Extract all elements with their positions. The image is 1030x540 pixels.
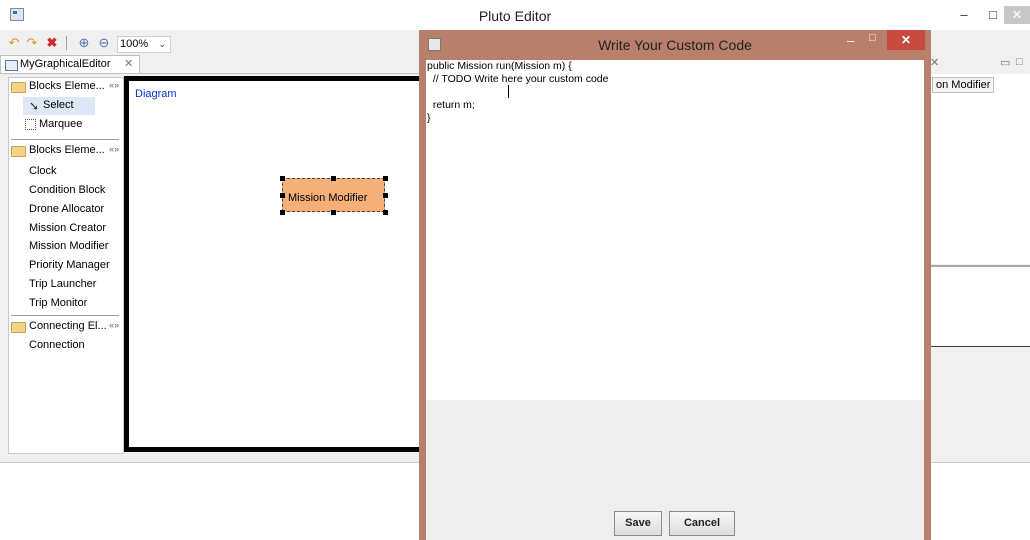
collapse-icon[interactable]: «» <box>109 80 119 90</box>
diagram-canvas[interactable]: Diagram Mission Modifier <box>124 76 420 452</box>
custom-code-dialog: Write Your Custom Code – □ ✕ public Miss… <box>419 30 931 540</box>
properties-panel: on Modifier <box>930 74 1030 264</box>
palette-drawer-blocks[interactable]: Blocks Eleme... «» <box>9 142 123 160</box>
undo-icon[interactable]: ↶ <box>6 35 22 51</box>
maximize-button[interactable]: □ <box>982 6 1004 24</box>
drawer-label: Blocks Eleme... <box>29 144 105 156</box>
palette-drawer-connecting[interactable]: Connecting El... «» <box>9 318 123 336</box>
marquee-icon <box>25 119 36 130</box>
marquee-tool[interactable]: Marquee <box>39 118 82 130</box>
palette: Blocks Eleme... «» ➘ Select Marquee Bloc… <box>8 77 124 454</box>
button-bar: Save Cancel <box>426 400 924 540</box>
palette-item-priority-manager[interactable]: Priority Manager <box>29 259 110 271</box>
title-bar: Pluto Editor – □ ✕ <box>0 0 1030 30</box>
redo-icon[interactable]: ↷ <box>24 35 40 51</box>
close-button[interactable]: ✕ <box>1004 6 1030 24</box>
minimize-view-icon[interactable]: ▭ <box>1000 56 1010 69</box>
cursor-icon: ➘ <box>29 99 40 113</box>
palette-separator <box>11 139 119 140</box>
palette-separator <box>11 315 119 316</box>
resize-handle[interactable] <box>331 176 336 181</box>
properties-view: ✕ ▭ □ on Modifier <box>930 55 1030 450</box>
close-icon[interactable]: ✕ <box>930 56 939 69</box>
minimize-button[interactable]: – <box>953 6 975 24</box>
cancel-button[interactable]: Cancel <box>669 511 735 536</box>
resize-handle[interactable] <box>280 210 285 215</box>
folder-icon <box>11 322 26 333</box>
palette-item-trip-monitor[interactable]: Trip Monitor <box>29 297 87 309</box>
divider <box>0 73 420 74</box>
maximize-view-icon[interactable]: □ <box>1016 56 1023 68</box>
code-text[interactable]: public Mission run(Mission m) { // TODO … <box>427 60 608 125</box>
mission-modifier-block[interactable]: Mission Modifier <box>282 178 385 212</box>
editor-icon <box>5 60 18 71</box>
palette-item-connection[interactable]: Connection <box>29 339 85 351</box>
zoom-value: 100% <box>120 38 149 50</box>
toolbar-separator <box>66 36 67 50</box>
tab-my-graphical-editor[interactable]: MyGraphicalEditor ✕ <box>0 55 140 74</box>
palette-item-mission-modifier[interactable]: Mission Modifier <box>29 240 108 252</box>
diagram-title: Diagram <box>135 88 177 100</box>
resize-handle[interactable] <box>280 176 285 181</box>
dialog-title-bar: Write Your Custom Code – □ ✕ <box>419 30 931 57</box>
resize-handle[interactable] <box>383 210 388 215</box>
folder-icon <box>11 146 26 157</box>
resize-handle[interactable] <box>280 193 285 198</box>
delete-icon[interactable]: ✖ <box>44 35 60 51</box>
drawer-label: Blocks Eleme... <box>29 80 105 92</box>
zoom-out-icon[interactable]: ⊖ <box>96 35 112 51</box>
tab-label: MyGraphicalEditor <box>20 58 111 70</box>
palette-item-trip-launcher[interactable]: Trip Launcher <box>29 278 96 290</box>
chevron-down-icon: ⌄ <box>158 39 166 49</box>
folder-icon <box>11 82 26 93</box>
resize-handle[interactable] <box>383 176 388 181</box>
save-button[interactable]: Save <box>614 511 662 536</box>
collapse-icon[interactable]: «» <box>109 320 119 330</box>
property-tab[interactable]: on Modifier <box>932 77 995 93</box>
close-icon[interactable]: ✕ <box>124 57 133 70</box>
collapse-icon[interactable]: «» <box>109 144 119 154</box>
select-label: Select <box>43 99 74 111</box>
text-caret <box>508 85 509 98</box>
resize-handle[interactable] <box>383 193 388 198</box>
palette-item-drone-allocator[interactable]: Drone Allocator <box>29 203 104 215</box>
drawer-label: Connecting El... <box>29 320 107 332</box>
block-label: Mission Modifier <box>288 192 368 204</box>
palette-drawer-blocks-tools[interactable]: Blocks Eleme... «» <box>9 78 123 96</box>
divider <box>930 346 1030 347</box>
minimize-button[interactable]: – <box>847 33 854 48</box>
resize-handle[interactable] <box>331 210 336 215</box>
zoom-select[interactable]: 100% ⌄ <box>117 36 171 53</box>
window-title: Pluto Editor <box>478 8 552 24</box>
select-tool[interactable]: ➘ Select <box>23 97 95 115</box>
close-button[interactable]: ✕ <box>887 30 925 50</box>
outline-panel <box>930 267 1030 345</box>
zoom-in-icon[interactable]: ⊕ <box>76 35 92 51</box>
palette-item-clock[interactable]: Clock <box>29 165 57 177</box>
code-editor[interactable]: public Mission run(Mission m) { // TODO … <box>426 60 924 400</box>
maximize-button[interactable]: □ <box>869 32 876 44</box>
palette-item-condition-block[interactable]: Condition Block <box>29 184 105 196</box>
palette-item-mission-creator[interactable]: Mission Creator <box>29 222 106 234</box>
